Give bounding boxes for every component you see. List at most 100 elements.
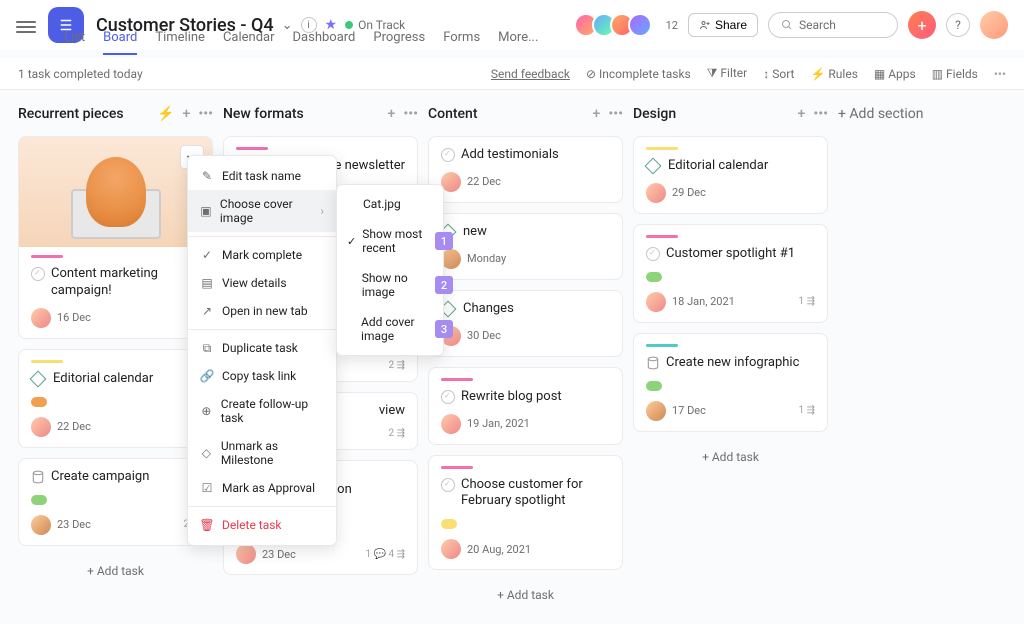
task-card[interactable]: Create new infographic 17 Dec1 ⇶ <box>633 333 828 432</box>
tag[interactable] <box>31 495 47 505</box>
add-task-icon[interactable]: + <box>798 106 806 122</box>
column-more-icon[interactable]: ••• <box>198 106 213 122</box>
assignee-avatar[interactable] <box>31 308 51 328</box>
tab-dashboard[interactable]: Dashboard <box>293 30 356 53</box>
task-card[interactable]: Customer spotlight #1 18 Jan, 20211 ⇶ <box>633 224 828 323</box>
add-task-button[interactable]: + Add task <box>18 556 213 586</box>
add-task-icon[interactable]: + <box>183 106 191 122</box>
assignee-avatar[interactable] <box>236 544 256 564</box>
due-date: 18 Jan, 2021 <box>672 295 735 308</box>
check-icon[interactable] <box>441 478 455 492</box>
task-card[interactable]: Changes 30 Dec <box>428 290 623 357</box>
rules-button[interactable]: ⚡ Rules <box>810 67 857 81</box>
hamburger-menu-icon[interactable] <box>16 18 36 32</box>
due-date: 22 Dec <box>467 175 501 188</box>
subtask-count: 2 ⇶ <box>389 360 405 371</box>
task-card[interactable]: Choose customer for February spotlight 2… <box>428 455 623 571</box>
column-more-icon[interactable]: ••• <box>608 106 623 122</box>
menu-mark-approval[interactable]: ☑Mark as Approval <box>188 474 336 502</box>
sort-button[interactable]: ↕ Sort <box>763 67 794 81</box>
menu-choose-cover-image[interactable]: ▣Choose cover image› <box>188 190 336 232</box>
assignee-avatar[interactable] <box>646 292 666 312</box>
assignee-avatar[interactable] <box>441 172 461 192</box>
assignee-avatar[interactable] <box>31 417 51 437</box>
column-more-icon[interactable]: ••• <box>813 106 828 122</box>
tab-calendar[interactable]: Calendar <box>223 30 275 53</box>
tab-progress[interactable]: Progress <box>373 30 425 53</box>
color-stripe <box>441 466 473 469</box>
check-icon[interactable] <box>441 390 455 404</box>
check-icon[interactable] <box>646 247 660 261</box>
submenu-add-cover[interactable]: Add cover image3 <box>337 307 443 351</box>
chevron-down-icon[interactable]: ⌄ <box>282 18 293 33</box>
tab-list[interactable]: List <box>64 30 85 53</box>
help-button[interactable]: ? <box>946 13 970 37</box>
fields-button[interactable]: ▥ Fields <box>932 67 978 81</box>
task-card[interactable]: Rewrite blog post 19 Jan, 2021 <box>428 367 623 445</box>
incomplete-tasks-filter[interactable]: ⊘ Incomplete tasks <box>586 67 691 81</box>
menu-create-followup[interactable]: ⊕Create follow-up task <box>188 390 336 432</box>
apps-button[interactable]: ▦ Apps <box>874 67 916 81</box>
tag[interactable] <box>646 381 662 391</box>
bolt-icon[interactable]: ⚡ <box>157 106 174 122</box>
tab-more[interactable]: More... <box>498 30 538 53</box>
check-icon[interactable] <box>31 267 45 281</box>
menu-edit-task-name[interactable]: ✎Edit task name <box>188 162 336 190</box>
assignee-avatar[interactable] <box>441 249 461 269</box>
assignee-avatar[interactable] <box>31 515 51 535</box>
menu-copy-link[interactable]: 🔗Copy task link <box>188 362 336 390</box>
menu-delete-task[interactable]: 🗑Delete task <box>188 511 336 539</box>
search-icon <box>781 19 793 31</box>
assignee-avatar[interactable] <box>646 183 666 203</box>
color-stripe <box>31 255 63 258</box>
send-feedback-link[interactable]: Send feedback <box>491 67 570 81</box>
tab-board[interactable]: Board <box>103 30 137 55</box>
tag[interactable] <box>646 272 662 282</box>
tag[interactable] <box>441 519 457 529</box>
due-date: 30 Dec <box>467 329 501 342</box>
milestone-icon[interactable] <box>30 370 47 387</box>
menu-duplicate-task[interactable]: ⧉Duplicate task <box>188 334 336 362</box>
task-card[interactable]: Create campaign 23 Dec2 ⇶ <box>18 458 213 546</box>
column-title[interactable]: Content <box>428 106 478 122</box>
tag[interactable] <box>31 397 47 407</box>
chevron-right-icon: › <box>320 204 324 218</box>
assignee-avatar[interactable] <box>441 414 461 434</box>
submenu-show-none[interactable]: Show no image2 <box>337 263 443 307</box>
member-avatars[interactable] <box>580 13 652 37</box>
task-card[interactable]: Editorial calendar 22 Dec <box>18 349 213 448</box>
more-actions-icon[interactable]: ••• <box>994 67 1006 81</box>
assignee-avatar[interactable] <box>646 401 666 421</box>
add-task-button[interactable]: + Add task <box>428 580 623 610</box>
due-date: 17 Dec <box>672 404 706 417</box>
add-task-icon[interactable]: + <box>388 106 396 122</box>
submenu-file[interactable]: Cat.jpg <box>337 189 443 219</box>
filter-button[interactable]: ⧩ Filter <box>707 66 748 81</box>
color-stripe <box>646 235 678 238</box>
column-more-icon[interactable]: ••• <box>403 106 418 122</box>
add-task-button[interactable]: + Add task <box>633 442 828 472</box>
column-title[interactable]: New formats <box>223 106 304 122</box>
task-card[interactable]: Add testimonials 22 Dec <box>428 136 623 203</box>
column-title[interactable]: Design <box>633 106 676 122</box>
task-card[interactable]: new Monday <box>428 213 623 280</box>
tab-timeline[interactable]: Timeline <box>155 30 205 53</box>
search-input[interactable]: Search <box>768 12 898 38</box>
global-add-button[interactable]: + <box>908 11 936 39</box>
add-task-icon[interactable]: + <box>593 106 601 122</box>
user-avatar[interactable] <box>980 11 1008 39</box>
assignee-avatar[interactable] <box>441 539 461 559</box>
check-icon[interactable] <box>441 148 455 162</box>
task-card[interactable]: ··· Content marketing campaign! 16 Dec <box>18 136 213 339</box>
menu-open-new-tab[interactable]: ↗Open in new tab <box>188 297 336 325</box>
menu-mark-complete[interactable]: ✓Mark complete <box>188 241 336 269</box>
column-title[interactable]: Recurrent pieces <box>18 106 124 122</box>
task-card[interactable]: Editorial calendar 29 Dec <box>633 136 828 214</box>
submenu-show-recent[interactable]: ✓Show most recent1 <box>337 219 443 263</box>
menu-view-details[interactable]: ▤View details <box>188 269 336 297</box>
add-section-button[interactable]: + Add section <box>838 104 924 122</box>
tab-forms[interactable]: Forms <box>443 30 480 53</box>
milestone-icon[interactable] <box>645 158 662 175</box>
menu-unmark-milestone[interactable]: ◇Unmark as Milestone <box>188 432 336 474</box>
share-button[interactable]: Share <box>688 13 758 37</box>
